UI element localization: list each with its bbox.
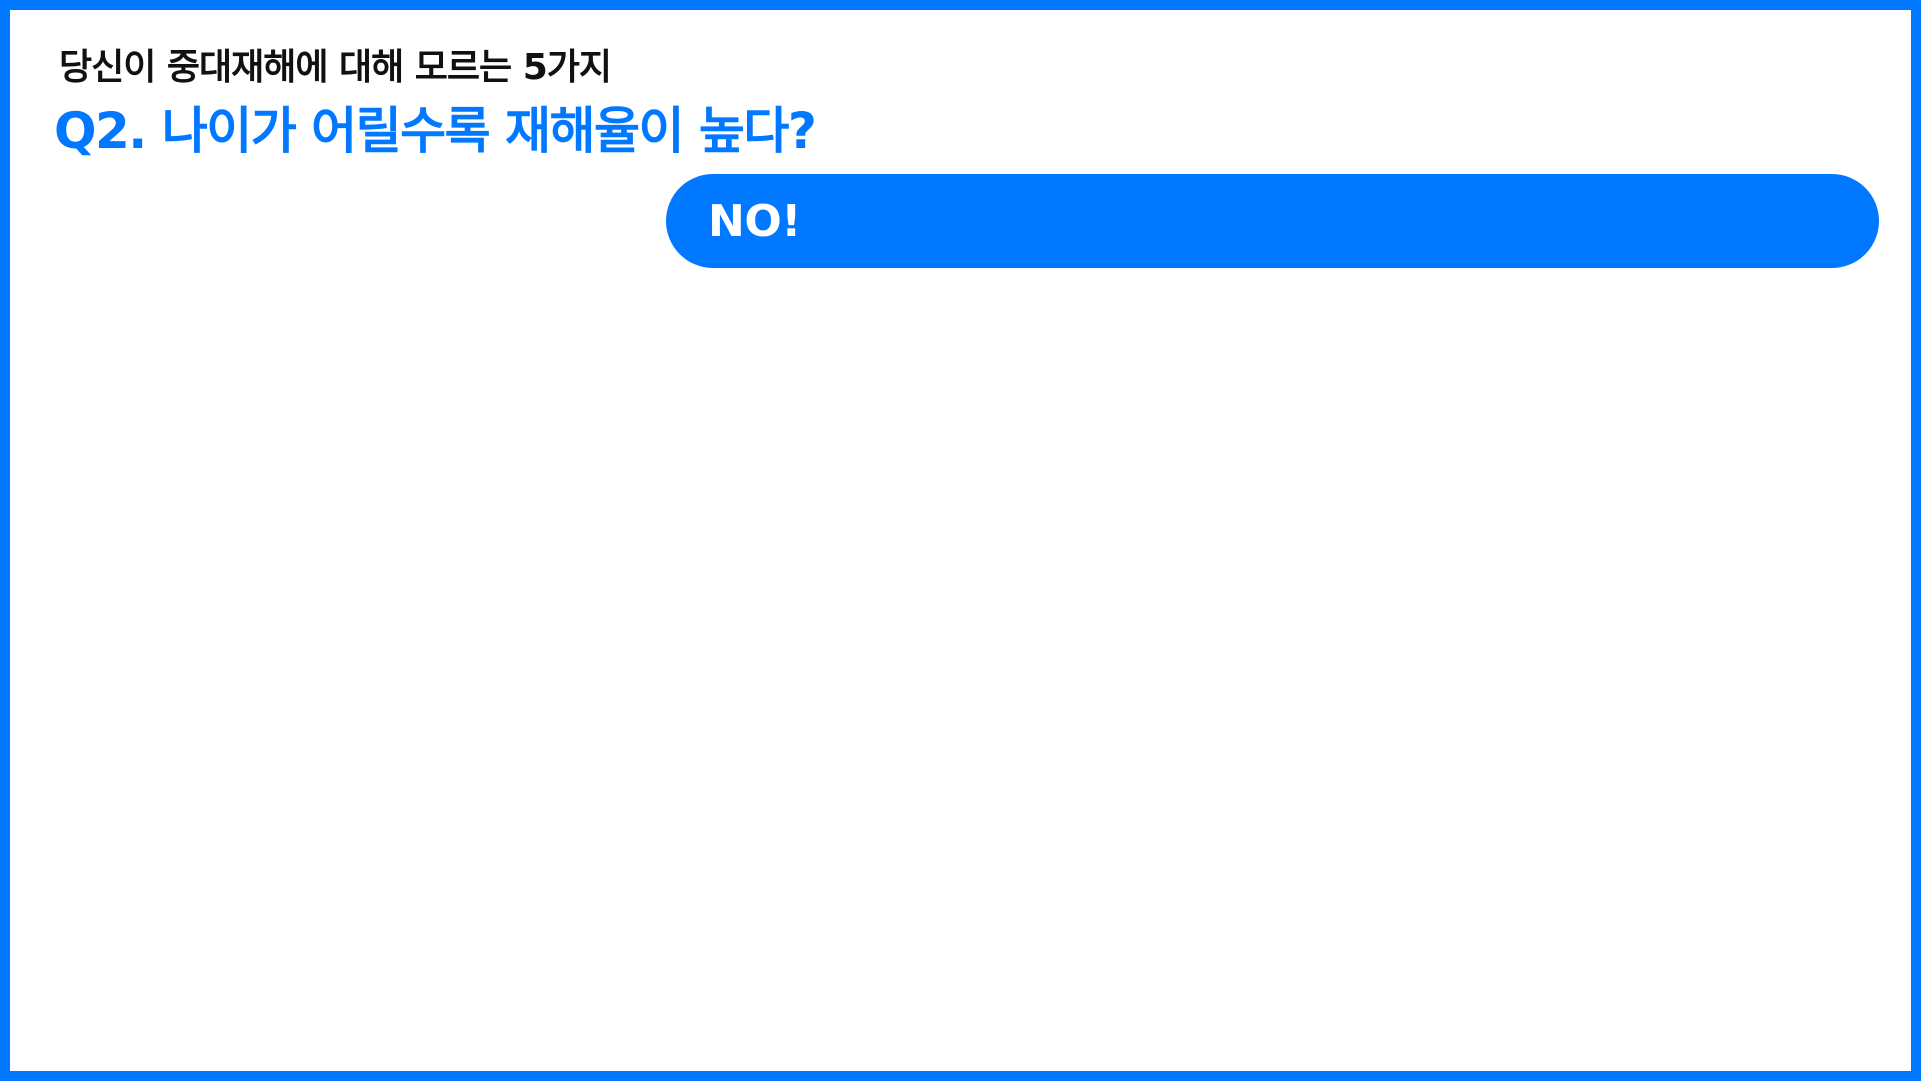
slide-subtitle: 당신이 중대재해에 대해 모르는 5가지: [59, 47, 612, 88]
question-title: Q2. 나이가 어릴수록 재해율이 높다?: [54, 102, 817, 160]
answer-banner: NO!: [666, 174, 1879, 268]
answer-text: NO!: [708, 195, 801, 247]
slide-frame: 당신이 중대재해에 대해 모르는 5가지 Q2. 나이가 어릴수록 재해율이 높…: [0, 0, 1921, 1081]
